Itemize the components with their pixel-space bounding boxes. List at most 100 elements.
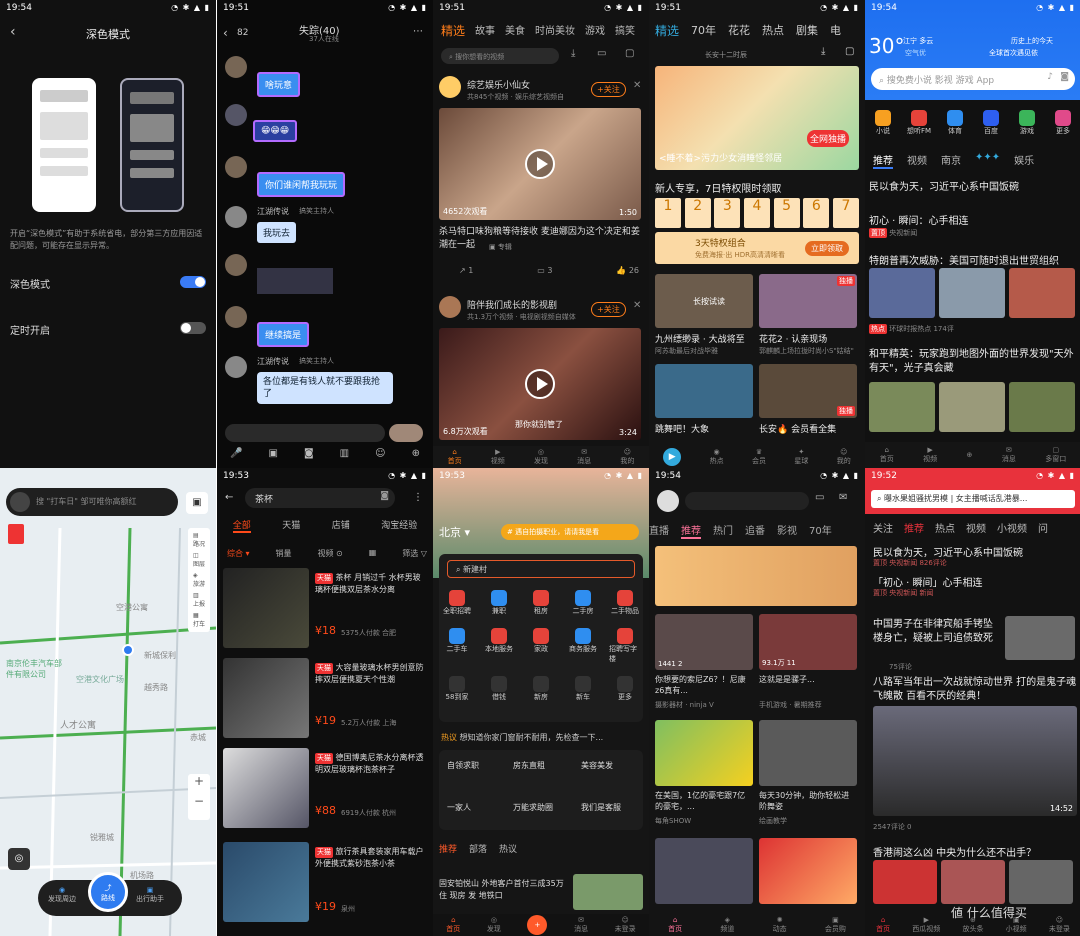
video-card[interactable]: 1441 2 [655,614,753,670]
service-used-car[interactable]: 二手车 [441,628,473,664]
service-used-house[interactable]: 二手房 [567,590,599,616]
tab-tribe[interactable]: 部落 [469,842,487,855]
tab-70years[interactable]: 70年 [809,522,832,539]
nav-discover[interactable]: ◎ 发现 [487,916,501,934]
novel-shortcut[interactable]: 小说 [867,110,899,136]
product-image[interactable] [223,658,309,738]
zoom-out-button[interactable]: − [188,794,210,808]
news-headline[interactable]: 「初心 · 瞬间」心手相连 [873,574,1077,589]
video-thumbnail[interactable]: 4652次观看 1:50 [439,108,641,220]
news-headline[interactable]: 和平精英：玩家跑到地图外面的世界发现"天外有天"，光子真会藏 [869,348,1077,376]
upload-icon[interactable]: ▭ [597,48,606,59]
message-input[interactable] [225,424,385,442]
tab-featured[interactable]: 精选 [655,22,679,39]
video-title[interactable]: 杀马特口味狗粮等待接收 麦迪娜因为这个决定和姜潮在一起 [439,226,643,252]
nav-planet[interactable]: ✦ 星球 [794,448,808,466]
video-card[interactable] [759,720,857,786]
news-image[interactable] [1009,382,1075,432]
layout-toggle-icon[interactable]: ▦ [369,548,377,559]
tab-food[interactable]: 美食 [505,22,525,39]
news-headline[interactable]: 民以食为天，习近平心系中国饭碗 [869,178,1077,193]
sort-sales[interactable]: 销量 [276,548,292,559]
product-image[interactable] [223,842,309,922]
tab-entertainment[interactable]: 娱乐 [1014,152,1034,169]
nav-messages[interactable]: ✉ 消息 [577,448,591,466]
video-card[interactable]: 独播 [759,364,857,418]
tab-hot[interactable]: 热点 [762,22,784,39]
service-parttime[interactable]: 兼职 [483,590,515,616]
nav-me[interactable]: ☺ 未登录 [1049,916,1070,934]
service-housekeeping[interactable]: 家政 [525,628,557,664]
nav-xigua[interactable]: ▶ 西瓜视频 [912,916,940,934]
message-icon[interactable]: ✉ [839,492,847,503]
video-card[interactable]: 独播 [759,274,857,328]
search-suggestion[interactable]: 长安十二时辰 [705,50,747,60]
day-card[interactable]: 7 [832,198,859,228]
map-canvas[interactable]: 空港公寓 南京伦丰汽车部件有限公司 空港文化广场 越秀路 新城保利 人才公寓 锐… [0,468,216,936]
nav-me[interactable]: ☺ 未登录 [615,916,636,934]
nav-me[interactable]: ☺ 我的 [620,448,634,466]
games-shortcut[interactable]: 游戏 [1011,110,1043,136]
claim-button[interactable]: 立即领取 [805,241,849,256]
tab-70years[interactable]: 70年 [691,22,716,39]
nav-add[interactable]: ⊕ [967,451,973,459]
nav-channels[interactable]: ◈ 频道 [720,916,734,934]
tab-movies[interactable]: 影视 [777,522,797,539]
mic-icon[interactable]: ♪ [1047,72,1053,82]
taxi-button[interactable]: ▦ 打车 [193,612,205,628]
service-office[interactable]: 招聘写字楼 [609,628,641,664]
layer-button[interactable]: ◫ 图层 [193,552,205,568]
follow-button[interactable]: +关注 [591,302,626,317]
tab-hot[interactable]: 热点 [935,520,955,535]
nav-activity[interactable]: ✺ 动态 [773,916,787,934]
nav-messages[interactable]: ✉ 消息 [1002,446,1016,464]
emoji-icon[interactable]: ☺ [375,448,385,459]
share-count[interactable]: ↗ 1 [459,266,473,275]
product-image[interactable] [223,568,309,648]
news-image[interactable] [869,268,935,318]
tab-huahua[interactable]: 花花 [728,22,750,39]
schedule-toggle[interactable] [180,322,206,334]
hero-banner[interactable]: 全网独播 <睡不着>污力少女消睡怪邻居 [655,66,859,170]
play-icon[interactable] [525,369,555,399]
back-arrow-icon[interactable]: ‹ [223,26,228,40]
service-used-goods[interactable]: 二手物品 [609,590,641,616]
service-link[interactable]: 房东直租 [513,760,545,771]
news-headline[interactable]: 中国男子在非律宾船手铐坠楼身亡，疑被上司追债致死 [873,618,999,646]
mic-icon[interactable]: 🎤 [230,448,242,459]
plus-icon[interactable]: ⊕ [412,448,420,459]
news-image[interactable] [1009,268,1075,318]
news-headline[interactable]: 民以食为天，习近平心系中国饭碗 [873,544,1077,559]
nav-home[interactable]: ⌂ 首页 [448,448,462,466]
news-image[interactable] [869,382,935,432]
avatar[interactable] [225,56,247,78]
tab-recommend[interactable]: 推荐 [904,520,924,535]
voice-icon[interactable]: ▣ [186,492,208,514]
nav-windows[interactable]: ▢ 多窗口 [1045,446,1066,464]
close-icon[interactable]: ✕ [633,80,641,91]
fm-shortcut[interactable]: 想听FM [903,110,935,136]
news-headline[interactable]: 香港闹这么凶 中央为什么还不出手？ [873,844,1077,859]
nav-home[interactable]: ⌂ 首页 [880,446,894,464]
search-input[interactable]: ⌕ 曝水果姐骚扰男模 | 女主播喊话乱港暴... [871,490,1075,508]
tab-video[interactable]: 视频 [966,520,986,535]
tab-more[interactable]: 电 [830,22,841,39]
tab-live[interactable]: 直播 [649,522,669,539]
news-image[interactable] [939,382,1005,432]
tab-discussion[interactable]: 热议 [499,842,517,855]
service-business[interactable]: 商务服务 [567,628,599,664]
video-card[interactable]: 93.1万 11 [759,614,857,670]
promo-hint[interactable]: # 遇自拍摄职业，请请我是看 [501,524,639,540]
nav-me[interactable]: ☺ 我的 [837,448,851,466]
tab-all[interactable]: 全部 [232,518,251,533]
tab-story[interactable]: 故事 [475,22,495,39]
avatar[interactable] [657,490,679,512]
service-link[interactable]: 美容美发 [581,760,613,771]
avatar[interactable] [225,104,247,126]
feed-item-image[interactable] [573,874,643,910]
tab-anime[interactable]: 追番 [745,522,765,539]
tab-featured[interactable]: 精选 [441,22,465,39]
product-title[interactable]: 天猫 茶杯 月销过千 水杯男玻璃杯便携双层茶水分离 [315,572,427,595]
product-image[interactable] [223,748,309,828]
news-headline[interactable]: 初心 · 瞬间：心手相连 [869,212,1077,227]
